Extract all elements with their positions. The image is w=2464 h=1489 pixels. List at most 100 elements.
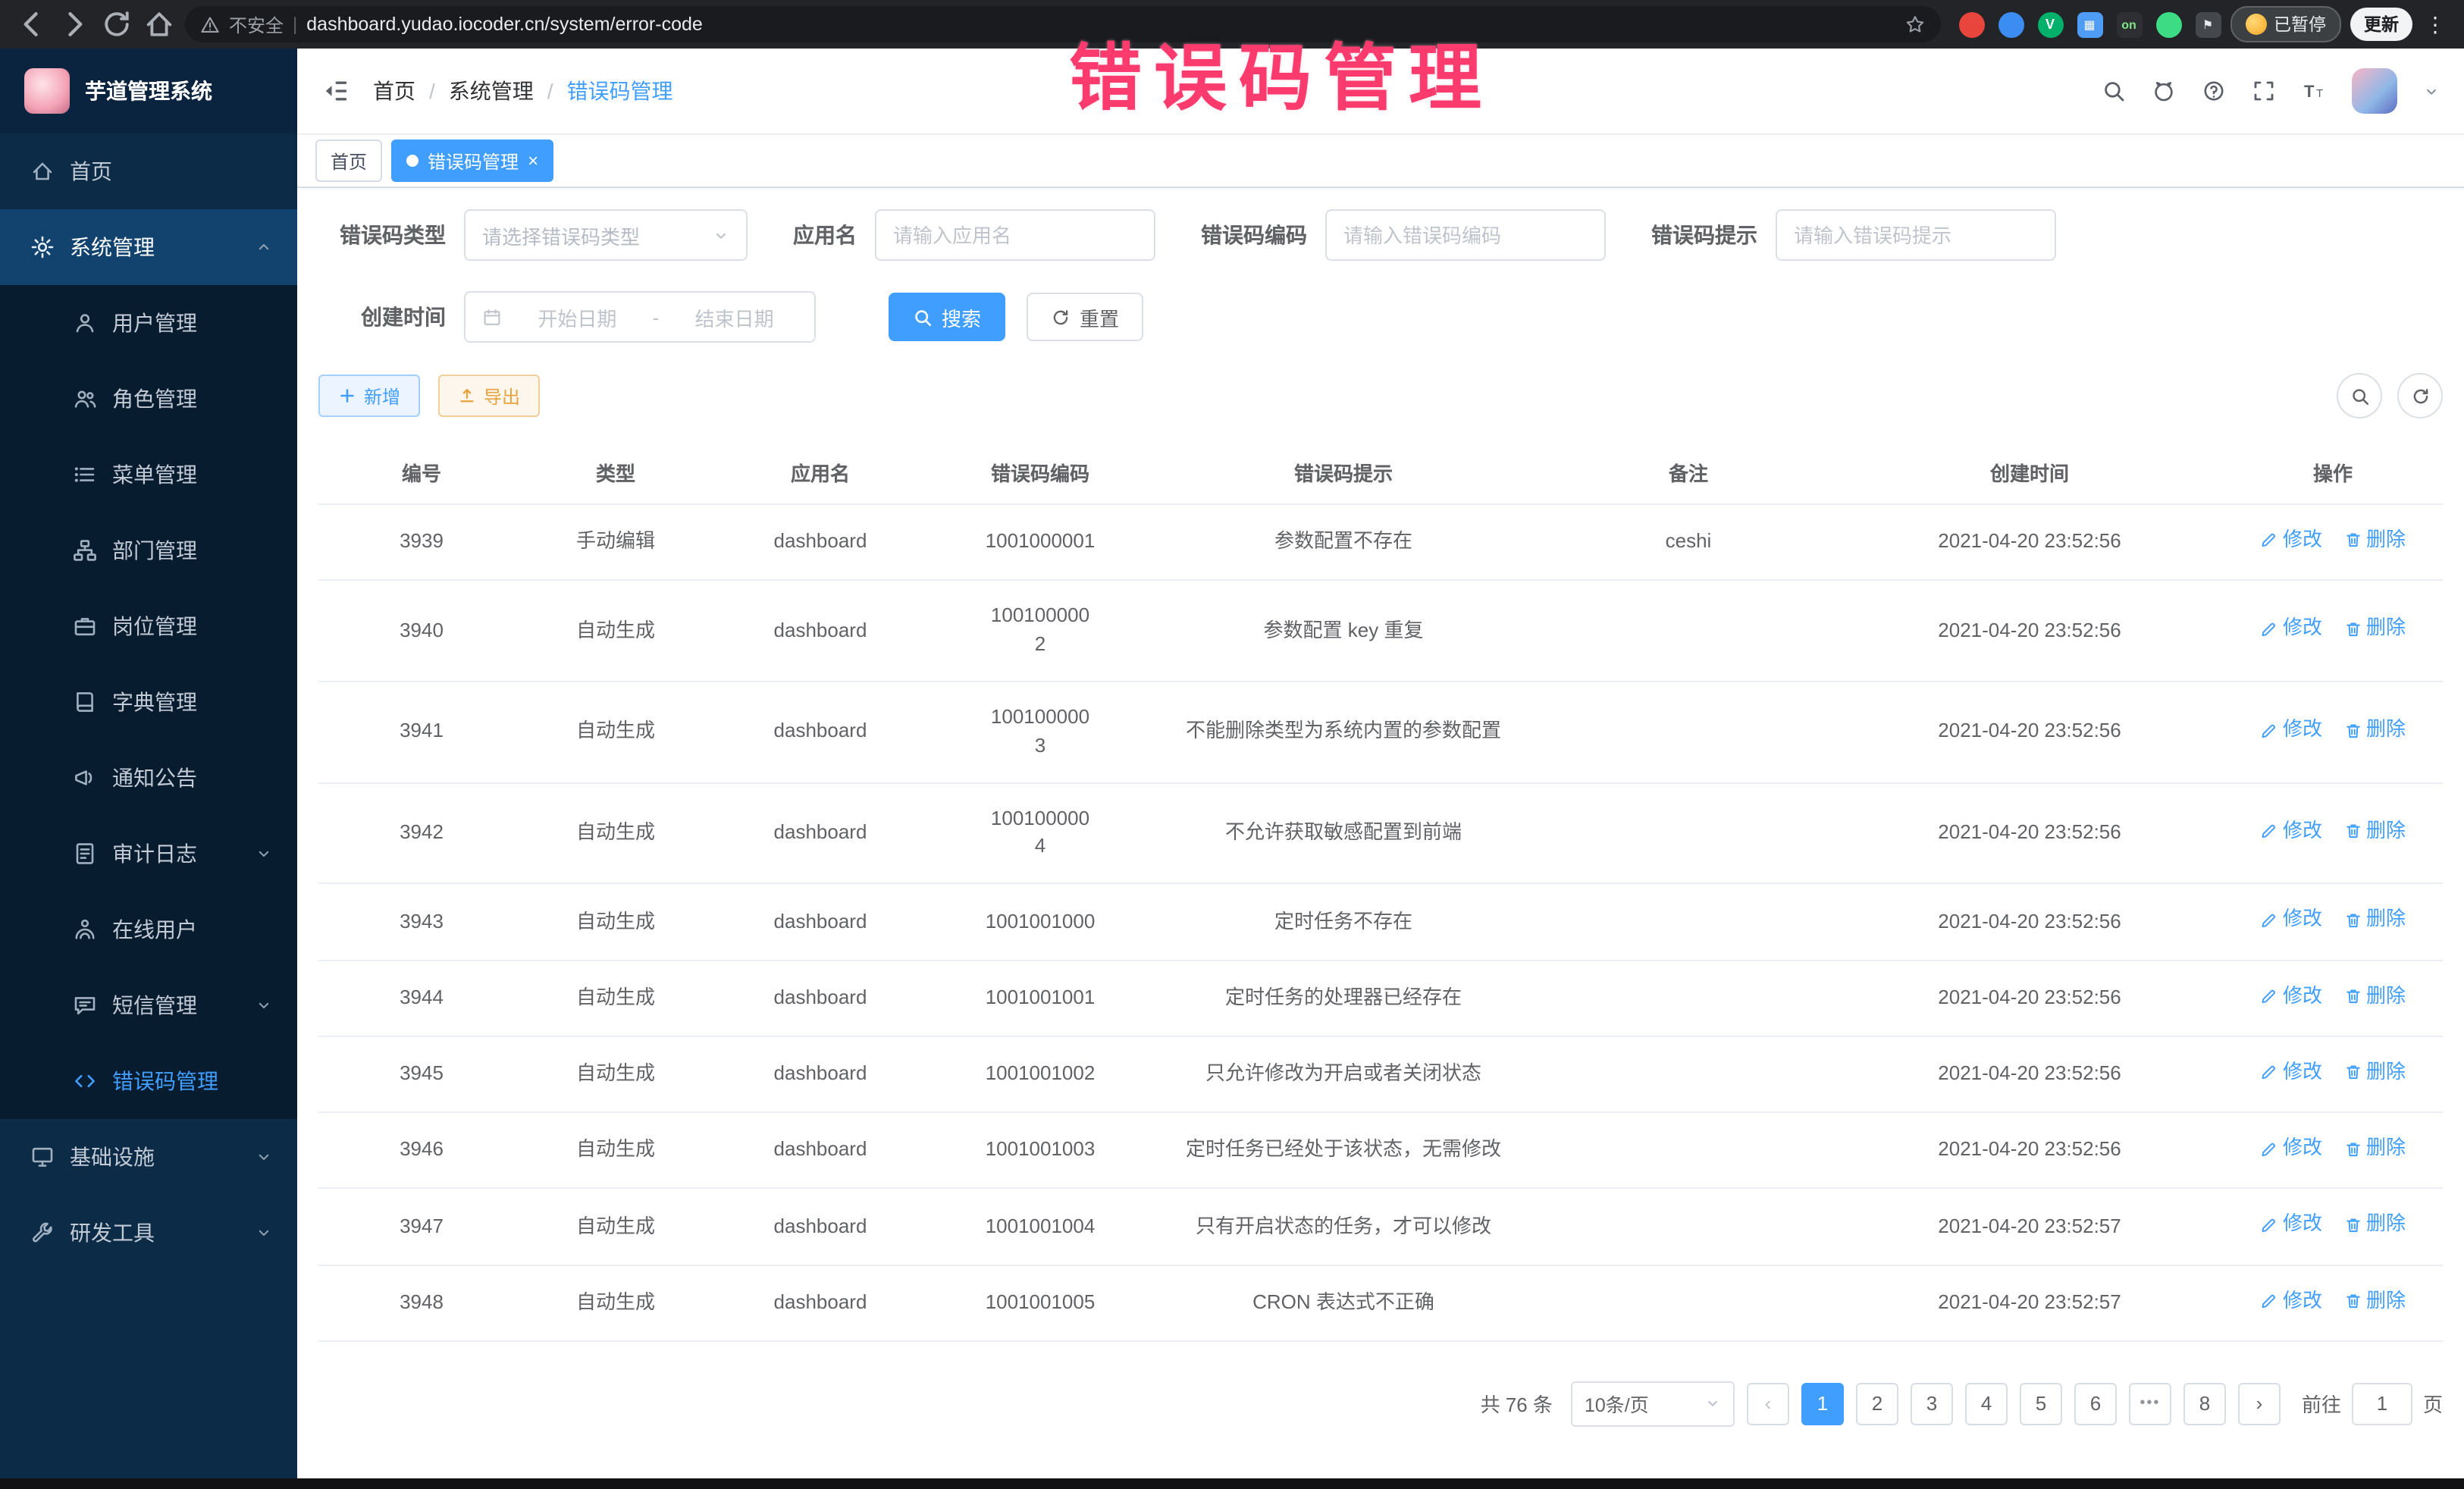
page-button[interactable]: 2	[1856, 1383, 1898, 1425]
edit-link[interactable]: 修改	[2260, 1287, 2322, 1315]
delete-link[interactable]: 删除	[2343, 716, 2406, 744]
sidebar-item[interactable]: 菜单管理	[0, 437, 297, 513]
profile-paused-badge[interactable]: 已暂停	[2230, 6, 2341, 42]
delete-link[interactable]: 删除	[2343, 1287, 2406, 1315]
delete-link[interactable]: 删除	[2343, 1134, 2406, 1163]
add-button[interactable]: 新增	[318, 375, 420, 417]
delete-link[interactable]: 删除	[2343, 817, 2406, 846]
goto-page-input[interactable]	[2352, 1383, 2412, 1425]
browser-update-button[interactable]: 更新	[2350, 8, 2412, 41]
error-type-select[interactable]: 请选择错误码类型	[464, 209, 748, 261]
sidebar-item[interactable]: 在线用户	[0, 892, 297, 967]
row-type: 自动生成	[525, 884, 707, 961]
forward-button[interactable]	[58, 8, 91, 41]
delete-link[interactable]: 删除	[2343, 1058, 2406, 1087]
extension-icon[interactable]: ▦	[2077, 11, 2102, 37]
row-memo	[1541, 1036, 1836, 1113]
breadcrumb-item[interactable]: 首页	[373, 76, 415, 106]
refresh-table-button[interactable]	[2397, 373, 2443, 418]
page-button[interactable]: 5	[2020, 1383, 2062, 1425]
edit-link[interactable]: 修改	[2260, 615, 2322, 644]
extension-icon[interactable]	[2155, 11, 2181, 37]
edit-link[interactable]: 修改	[2260, 1058, 2322, 1087]
delete-link[interactable]: 删除	[2343, 982, 2406, 1011]
font-size-icon[interactable]: TT	[2302, 79, 2326, 103]
row-type: 自动生成	[525, 782, 707, 883]
prev-page-button[interactable]: ‹	[1747, 1383, 1789, 1425]
delete-link[interactable]: 删除	[2343, 615, 2406, 644]
edit-link[interactable]: 修改	[2260, 906, 2322, 935]
sidebar-item[interactable]: 研发工具	[0, 1195, 297, 1271]
sidebar-item[interactable]: 用户管理	[0, 285, 297, 361]
create-time-range[interactable]: 开始日期 - 结束日期	[464, 291, 816, 343]
edit-link[interactable]: 修改	[2260, 526, 2322, 555]
reload-button[interactable]	[100, 8, 133, 41]
fullscreen-icon[interactable]	[2252, 79, 2276, 103]
page-button[interactable]: 4	[1965, 1383, 2008, 1425]
user-avatar[interactable]	[2352, 68, 2397, 114]
browser-menu-icon[interactable]: ⋮	[2422, 11, 2449, 37]
reset-button[interactable]: 重置	[1027, 293, 1143, 341]
delete-link[interactable]: 删除	[2343, 526, 2406, 555]
close-tab-icon[interactable]: ×	[528, 152, 538, 170]
extension-icon[interactable]	[1998, 11, 2024, 37]
delete-icon	[2343, 721, 2362, 739]
edit-icon	[2260, 620, 2278, 638]
next-page-button[interactable]: ›	[2238, 1383, 2281, 1425]
sidebar-item[interactable]: 系统管理	[0, 209, 297, 285]
tab-tag[interactable]: 首页	[315, 139, 382, 182]
sidebar-item[interactable]: 短信管理	[0, 967, 297, 1043]
page-button[interactable]: 1	[1801, 1383, 1844, 1425]
address-bar[interactable]: 不安全 | dashboard.yudao.iocoder.cn/system/…	[185, 6, 1940, 42]
back-button[interactable]	[15, 8, 49, 41]
sidebar-item[interactable]: 基础设施	[0, 1119, 297, 1195]
delete-link[interactable]: 删除	[2343, 906, 2406, 935]
edit-link[interactable]: 修改	[2260, 1211, 2322, 1240]
proxy-extension-icon[interactable]: on	[2116, 11, 2142, 37]
extension-icon[interactable]: V	[2037, 11, 2063, 37]
avatar-caret-icon[interactable]	[2423, 83, 2440, 99]
sidebar-item[interactable]: 字典管理	[0, 664, 297, 740]
sidebar-item[interactable]: 通知公告	[0, 740, 297, 816]
page-button[interactable]: 8	[2183, 1383, 2226, 1425]
row-id: 3944	[318, 960, 525, 1036]
bookmark-star-icon[interactable]	[1904, 14, 1925, 35]
row-actions: 修改删除	[2223, 1112, 2443, 1189]
sidebar-item-label: 岗位管理	[112, 611, 273, 641]
edit-link[interactable]: 修改	[2260, 982, 2322, 1011]
row-id: 3942	[318, 782, 525, 883]
sidebar-item[interactable]: 部门管理	[0, 513, 297, 588]
sidebar-item[interactable]: 审计日志	[0, 816, 297, 892]
page-size-select[interactable]: 10条/页	[1571, 1381, 1735, 1427]
overlay-annotation: 错误码管理	[1069, 18, 1494, 124]
error-hint-input[interactable]	[1776, 209, 2056, 261]
error-code-input[interactable]	[1325, 209, 1606, 261]
github-icon[interactable]	[2152, 79, 2176, 103]
header-search-icon[interactable]	[2102, 79, 2126, 103]
home-button[interactable]	[143, 8, 176, 41]
row-memo	[1541, 782, 1836, 883]
extension-icon[interactable]: ⚑	[2195, 11, 2221, 37]
page-button[interactable]: 6	[2074, 1383, 2117, 1425]
sidebar-item[interactable]: 首页	[0, 133, 297, 209]
tab-tag[interactable]: 错误码管理×	[391, 139, 553, 182]
delete-link[interactable]: 删除	[2343, 1211, 2406, 1240]
app-name-input[interactable]	[875, 209, 1155, 261]
sidebar-item[interactable]: 角色管理	[0, 361, 297, 437]
help-icon[interactable]	[2202, 79, 2226, 103]
export-button[interactable]: 导出	[438, 375, 540, 417]
breadcrumb-item[interactable]: 系统管理	[449, 76, 534, 106]
sidebar-menu: 首页系统管理用户管理角色管理菜单管理部门管理岗位管理字典管理通知公告审计日志在线…	[0, 133, 297, 1478]
sidebar-item[interactable]: 错误码管理	[0, 1043, 297, 1119]
toggle-search-button[interactable]	[2337, 373, 2382, 418]
sidebar-collapse-icon[interactable]	[321, 77, 349, 105]
app-logo[interactable]: 芋道管理系统	[0, 49, 297, 133]
more-pages-button[interactable]: •••	[2129, 1383, 2171, 1425]
page-button[interactable]: 3	[1911, 1383, 1953, 1425]
search-button[interactable]: 搜索	[889, 293, 1005, 341]
edit-link[interactable]: 修改	[2260, 716, 2322, 744]
sidebar-item[interactable]: 岗位管理	[0, 588, 297, 664]
edit-link[interactable]: 修改	[2260, 817, 2322, 846]
extension-icon[interactable]	[1958, 11, 1984, 37]
edit-link[interactable]: 修改	[2260, 1134, 2322, 1163]
